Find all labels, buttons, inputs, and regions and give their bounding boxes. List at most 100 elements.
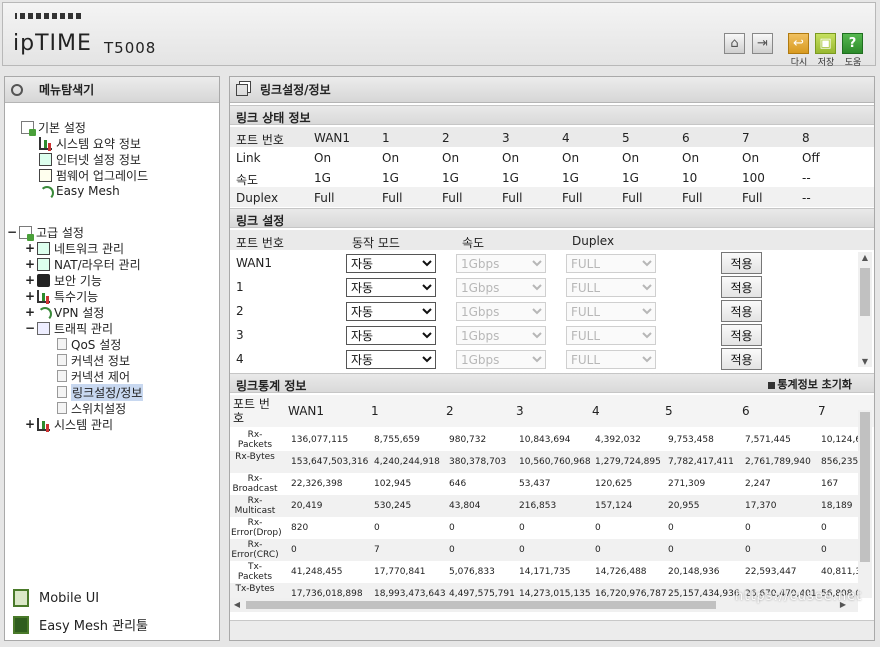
tree-security[interactable]: + 보안 기능 <box>25 272 102 288</box>
tree-link-settings[interactable]: 링크설정/정보 <box>57 383 144 401</box>
speed-select[interactable]: 1Gbps <box>456 350 546 369</box>
stats-value: 0 <box>821 523 827 533</box>
reload-icon[interactable]: ↩ <box>788 33 809 54</box>
tree-traffic-management[interactable]: − 트래픽 관리 <box>25 320 113 336</box>
tree-easy-mesh[interactable]: Easy Mesh <box>39 183 120 200</box>
reset-stats-button[interactable]: 통계정보 초기화 <box>768 376 852 392</box>
status-value: Off <box>802 151 820 165</box>
apply-button[interactable]: 적용 <box>721 300 762 322</box>
status-value: 1G <box>442 171 459 185</box>
page-icon <box>57 338 67 350</box>
vpn-icon <box>37 306 52 321</box>
tree-advanced-settings[interactable]: − 고급 설정 <box>7 224 84 241</box>
speed-select[interactable]: 1Gbps <box>456 254 546 273</box>
duplex-select[interactable]: FULL <box>566 254 656 273</box>
logo-dots <box>15 13 81 19</box>
tree-system-management[interactable]: + 시스템 관리 <box>25 416 113 432</box>
tree-vpn-settings[interactable]: + VPN 설정 <box>25 304 104 321</box>
reset-icon <box>768 381 776 389</box>
stats-value: 216,853 <box>519 501 557 511</box>
stats-vscrollbar[interactable] <box>858 410 872 598</box>
stats-row-label: Rx-Error(CRC) <box>231 540 279 560</box>
page-icon <box>57 354 67 366</box>
expand-icon[interactable]: + <box>25 289 35 303</box>
port-header: WAN1 <box>314 131 351 145</box>
mode-select[interactable]: 자동 <box>346 302 436 321</box>
stats-value: 102,945 <box>374 479 412 489</box>
stats-port-header: 4 <box>592 404 600 418</box>
stats-value: 0 <box>668 523 674 533</box>
status-value: 1G <box>382 171 399 185</box>
stats-value: 2,761,789,940 <box>745 457 811 467</box>
stats-value: 8,755,659 <box>374 435 420 445</box>
page-icon <box>57 402 67 414</box>
scroll-up-icon: ▲ <box>861 253 869 262</box>
tree-firmware-upgrade[interactable]: 펌웨어 업그레이드 <box>39 167 148 183</box>
apply-button[interactable]: 적용 <box>721 324 762 346</box>
logout-icon[interactable]: ⇥ <box>752 33 773 54</box>
stats-value: 0 <box>449 523 455 533</box>
col-speed: 속도 <box>462 236 485 250</box>
tree-nat-router[interactable]: + NAT/라우터 관리 <box>25 256 141 272</box>
scroll-thumb[interactable] <box>860 412 870 562</box>
mode-select[interactable]: 자동 <box>346 254 436 273</box>
mode-select[interactable]: 자동 <box>346 278 436 297</box>
duplex-select[interactable]: FULL <box>566 278 656 297</box>
help-icon[interactable]: ? <box>842 33 863 54</box>
stats-port-header: 7 <box>818 404 826 418</box>
stats-port-row <box>230 395 874 427</box>
collapse-icon[interactable]: − <box>7 225 17 239</box>
scroll-thumb[interactable] <box>246 601 716 609</box>
stats-row-label: Rx-Broadcast <box>232 474 278 494</box>
tree-connection-info[interactable]: 커넥션 정보 <box>57 352 130 368</box>
easy-mesh-tool-link[interactable]: Easy Mesh 관리툴 <box>13 615 148 634</box>
stats-value: 380,378,703 <box>449 457 507 467</box>
apply-button[interactable]: 적용 <box>721 348 762 370</box>
status-value: On <box>442 151 460 165</box>
router-icon <box>37 257 50 271</box>
expand-icon[interactable]: + <box>25 305 35 319</box>
tree-qos-settings[interactable]: QoS 설정 <box>57 336 121 352</box>
link-config-scrollbar[interactable]: ▲ ▼ <box>858 252 872 367</box>
mobile-ui-link[interactable]: Mobile UI <box>13 589 99 607</box>
expand-icon[interactable]: + <box>25 417 35 431</box>
page-title: 링크설정/정보 <box>260 83 331 97</box>
stats-value: 120,625 <box>595 479 633 489</box>
speed-select[interactable]: 1Gbps <box>456 326 546 345</box>
tree-connection-control[interactable]: 커넥션 제어 <box>57 368 130 384</box>
stats-value: 530,245 <box>374 501 412 511</box>
port-header: 8 <box>802 131 810 145</box>
home-icon[interactable]: ⌂ <box>724 33 745 54</box>
tree-internet-settings[interactable]: 인터넷 설정 정보 <box>39 151 141 167</box>
duplex-select[interactable]: FULL <box>566 350 656 369</box>
menu-title-text: 메뉴탐색기 <box>39 83 95 97</box>
collapse-icon[interactable]: − <box>25 321 35 335</box>
duplex-select[interactable]: FULL <box>566 302 656 321</box>
speed-select[interactable]: 1Gbps <box>456 278 546 297</box>
help-label: 도움 <box>844 58 862 68</box>
expand-icon[interactable]: + <box>25 257 35 271</box>
stats-value: 40,811,3 <box>821 567 862 577</box>
stats-value: 0 <box>668 545 674 555</box>
apply-button[interactable]: 적용 <box>721 252 762 274</box>
scroll-thumb[interactable] <box>860 268 870 316</box>
mode-select[interactable]: 자동 <box>346 350 436 369</box>
col-duplex: Duplex <box>572 234 615 248</box>
expand-icon[interactable]: + <box>25 241 35 255</box>
mode-select[interactable]: 자동 <box>346 326 436 345</box>
tree-network-management[interactable]: + 네트워크 관리 <box>25 240 124 256</box>
duplex-select[interactable]: FULL <box>566 326 656 345</box>
port-header: 2 <box>442 131 450 145</box>
stats-value: 0 <box>449 545 455 555</box>
apply-button[interactable]: 적용 <box>721 276 762 298</box>
status-value: -- <box>802 191 811 205</box>
tree-system-summary[interactable]: 시스템 요약 정보 <box>39 135 141 151</box>
tree-special-functions[interactable]: + 특수기능 <box>25 288 98 304</box>
tree-switch-settings[interactable]: 스위치설정 <box>57 400 126 416</box>
tree-basic-settings[interactable]: 기본 설정 <box>21 119 86 136</box>
status-value: Full <box>314 191 335 205</box>
expand-icon[interactable]: + <box>25 273 35 287</box>
save-icon[interactable]: ▣ <box>815 33 836 54</box>
speed-select[interactable]: 1Gbps <box>456 302 546 321</box>
stats-value: 0 <box>745 523 751 533</box>
